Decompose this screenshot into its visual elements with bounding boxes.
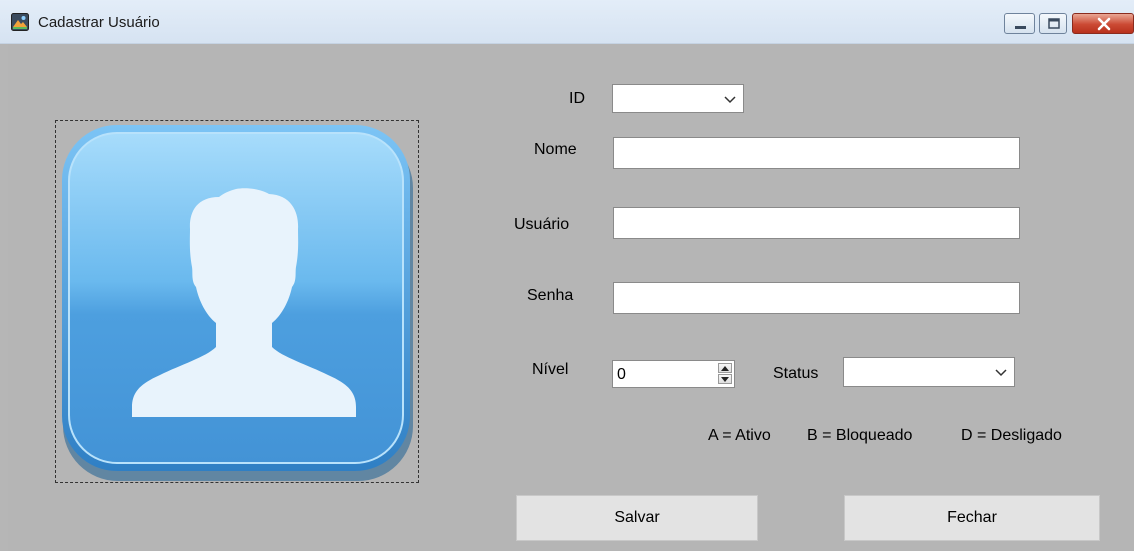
id-combobox[interactable]	[612, 84, 744, 113]
legend-desligado: D = Desligado	[961, 427, 1062, 444]
legend-ativo: A = Ativo	[708, 427, 771, 444]
maximize-icon	[1048, 18, 1060, 29]
usuario-field[interactable]	[613, 207, 1020, 239]
title-bar[interactable]: Cadastrar Usuário	[0, 0, 1134, 44]
form-client-area: ID Nome Usuário Senha Nível 0 Status A =…	[8, 44, 1134, 551]
spin-up-button[interactable]	[718, 363, 732, 373]
chevron-down-icon	[724, 96, 736, 104]
close-icon	[1097, 17, 1111, 31]
user-avatar-icon	[62, 125, 413, 481]
nivel-value: 0	[617, 366, 626, 383]
id-label: ID	[569, 90, 585, 107]
senha-label: Senha	[527, 287, 574, 304]
nome-label: Nome	[534, 141, 577, 158]
usuario-label: Usuário	[514, 216, 570, 233]
save-button[interactable]: Salvar	[516, 495, 758, 541]
register-user-window: Cadastrar Usuário ID Nome Usuário Senha …	[0, 0, 1134, 551]
arrow-up-icon	[721, 366, 729, 371]
status-combobox[interactable]	[843, 357, 1015, 387]
senha-field[interactable]	[613, 282, 1020, 314]
legend-bloqueado: B = Bloqueado	[807, 427, 913, 444]
arrow-down-icon	[721, 377, 729, 382]
minimize-icon	[1015, 26, 1026, 29]
nivel-label: Nível	[532, 361, 569, 378]
app-icon	[11, 13, 29, 31]
maximize-button[interactable]	[1039, 13, 1067, 34]
nivel-numeric-input[interactable]: 0	[612, 360, 735, 388]
user-photo-box[interactable]	[55, 120, 419, 483]
minimize-button[interactable]	[1004, 13, 1035, 34]
nivel-spinner[interactable]	[718, 363, 732, 385]
nome-field[interactable]	[613, 137, 1020, 169]
close-window-button[interactable]	[1072, 13, 1134, 34]
spin-down-button[interactable]	[718, 374, 732, 384]
chevron-down-icon	[995, 369, 1007, 377]
status-label: Status	[773, 365, 819, 382]
window-title: Cadastrar Usuário	[38, 14, 160, 31]
close-form-button[interactable]: Fechar	[844, 495, 1100, 541]
